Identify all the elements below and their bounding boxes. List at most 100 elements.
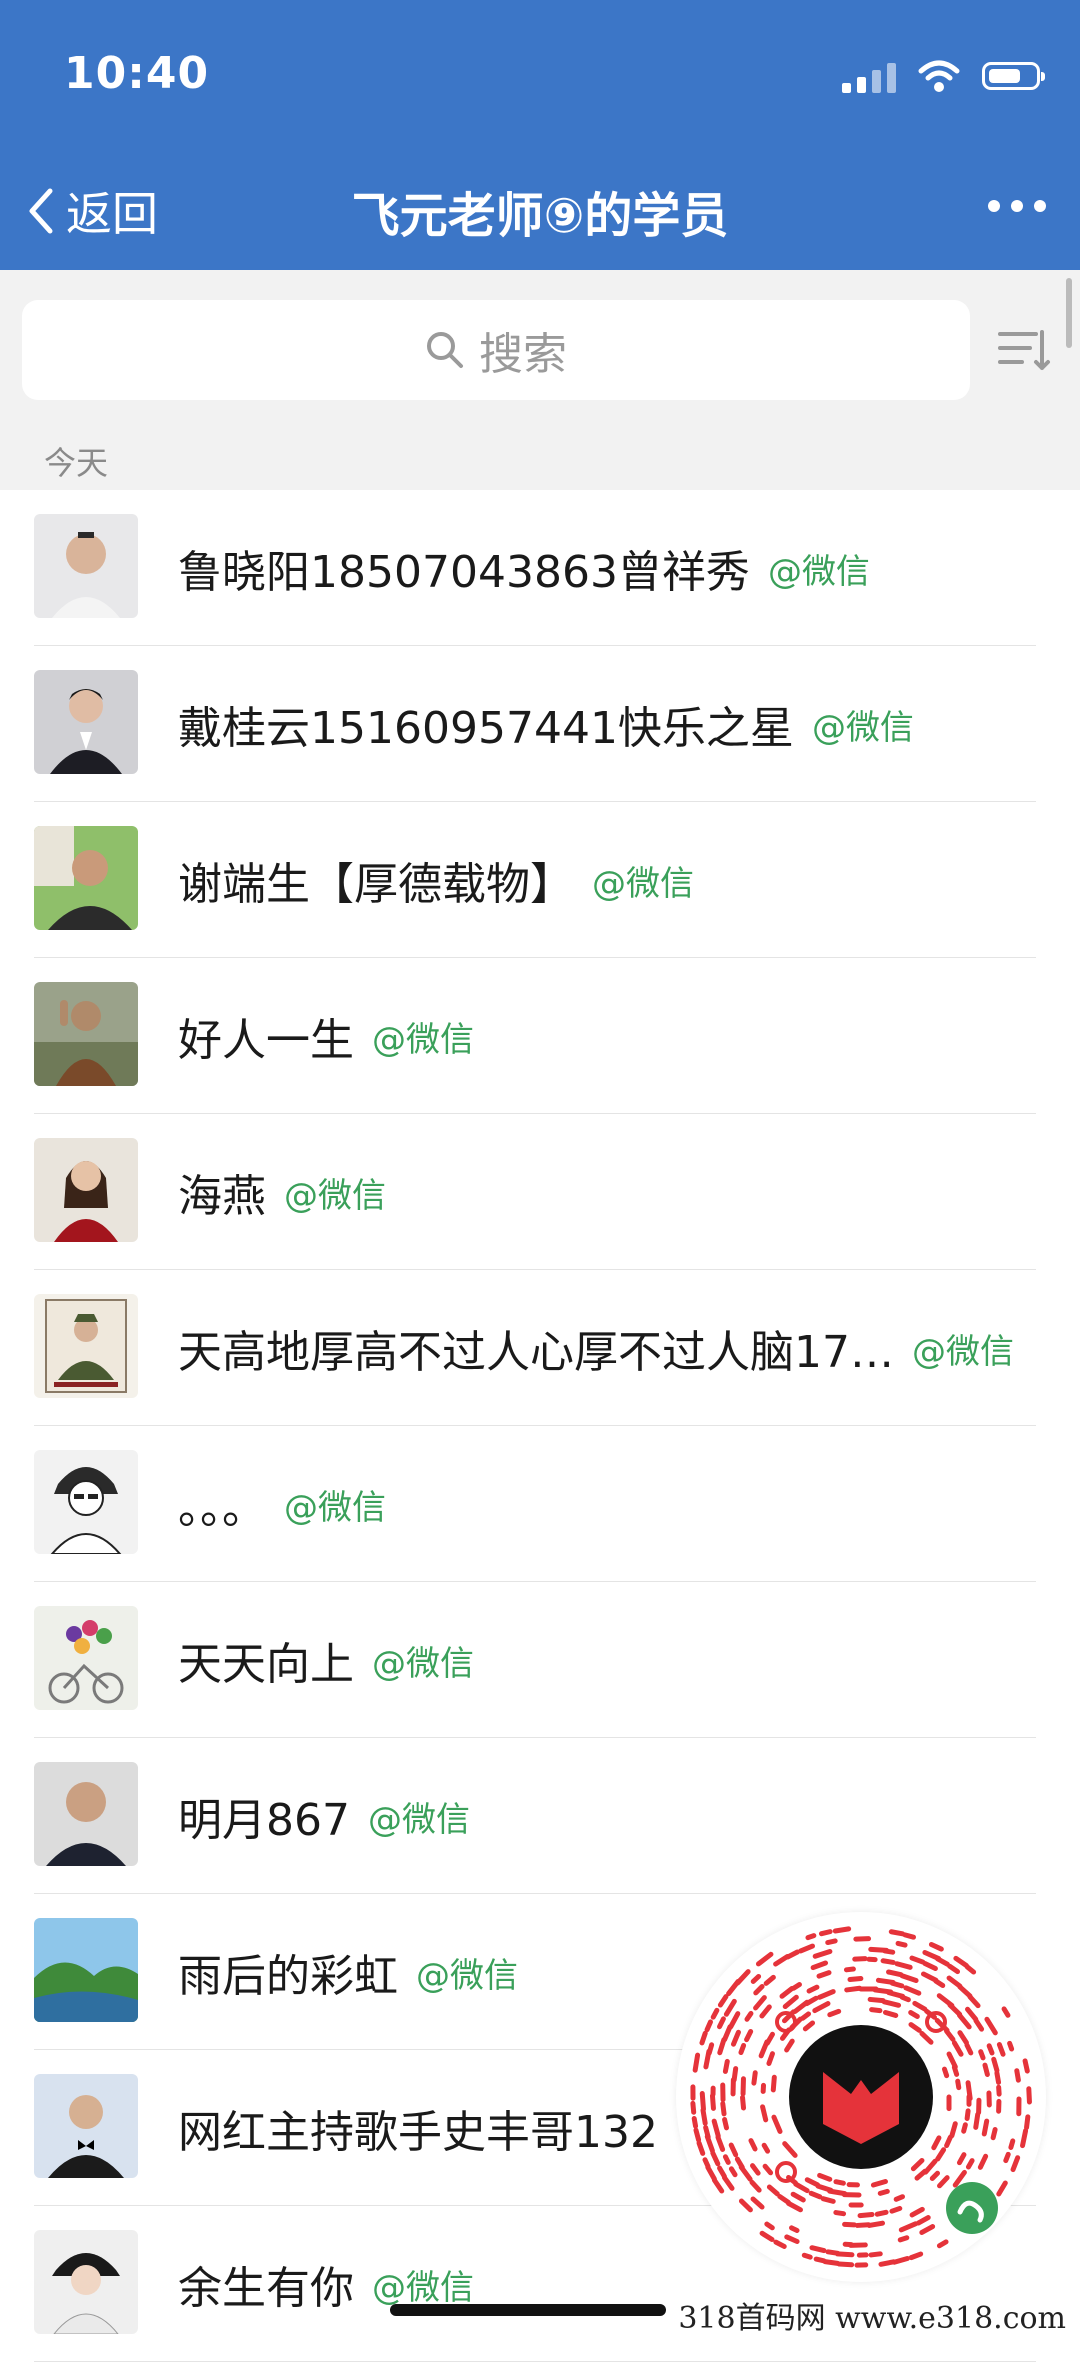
qr-dash: [741, 2167, 750, 2179]
qr-dash: [1004, 2009, 1008, 2015]
qr-dash: [870, 1999, 883, 2000]
qr-dash: [913, 2160, 922, 2168]
qr-finder: [777, 2163, 795, 2181]
qr-dash: [960, 2015, 970, 2027]
avatar: [34, 2230, 138, 2334]
contact-row[interactable]: 天天向上@微信: [0, 1582, 1080, 1738]
qr-dash: [912, 1958, 923, 1962]
qr-dash: [815, 1951, 830, 1956]
qr-dash: [694, 2118, 695, 2126]
home-indicator[interactable]: [390, 2304, 666, 2316]
qr-dash: [706, 2051, 709, 2066]
avatar: [34, 514, 138, 618]
contact-name: 。。。: [178, 1472, 266, 1536]
contact-source: @微信: [812, 700, 914, 749]
qr-dash: [838, 2254, 852, 2255]
contact-row[interactable]: 明月867@微信: [0, 1738, 1080, 1894]
qr-dash: [960, 2033, 966, 2043]
qr-dash: [871, 2254, 880, 2255]
qr-dash: [712, 2096, 713, 2109]
avatar: [34, 1450, 138, 1554]
qr-dash: [761, 2042, 767, 2056]
qr-dash: [776, 1956, 788, 1964]
qr-dash: [769, 2054, 773, 2064]
qr-dash: [985, 2065, 987, 2074]
contact-source: @微信: [284, 1168, 386, 1217]
search-icon: [425, 330, 465, 370]
qr-dash: [820, 2175, 830, 2179]
section-label-today: 今天: [44, 438, 108, 484]
qr-dash: [793, 2194, 803, 2200]
qr-dash: [752, 2182, 759, 2190]
qr-dash: [729, 1981, 738, 1993]
qr-dash: [976, 2021, 982, 2029]
qr-dash: [997, 2073, 999, 2082]
qr-dash: [871, 1949, 887, 1950]
qr-dash: [892, 2208, 900, 2211]
cellular-signal-icon: [842, 59, 896, 93]
qr-dash: [693, 2103, 694, 2112]
qr-dash: [931, 1944, 941, 1949]
qr-dash: [731, 2014, 738, 2027]
site-watermark: 318首码网 www.e318.com: [672, 2291, 1072, 2339]
qr-dash: [819, 1973, 829, 1976]
qr-dash: [845, 2224, 855, 2225]
qr-dash: [707, 2022, 710, 2030]
qr-dash: [720, 1997, 726, 2005]
qr-code-graphic: [676, 1912, 1046, 2282]
qr-dash: [897, 1964, 910, 1968]
contact-name: 谢端生【厚德载物】: [178, 848, 574, 912]
qr-dash: [726, 2001, 734, 2014]
qr-dash: [835, 1929, 848, 1931]
qr-dash: [756, 1987, 762, 1993]
qr-dash: [725, 2120, 727, 2128]
qr-dash: [811, 2193, 820, 2197]
contact-row[interactable]: 鲁晓阳18507043863曾祥秀@微信: [0, 490, 1080, 646]
qr-dash: [702, 2033, 705, 2043]
qr-dash: [836, 2213, 844, 2214]
qr-dash: [765, 2166, 770, 2173]
qr-dash: [999, 2045, 1003, 2055]
more-button[interactable]: [988, 200, 1046, 212]
sort-list-icon[interactable]: [996, 322, 1052, 378]
qr-dash: [725, 2061, 727, 2071]
qr-dash: [993, 2130, 995, 2138]
qr-dash: [703, 2110, 705, 2123]
qr-dash: [918, 2218, 928, 2224]
app-header: 10:40 返回 飞元老师⑨的学员: [0, 0, 1080, 270]
qr-dash: [902, 1976, 916, 1981]
qr-dash: [981, 2052, 983, 2058]
qr-dash: [906, 1988, 919, 1993]
contact-row[interactable]: 谢端生【厚德载物】@微信: [0, 802, 1080, 958]
contact-name: 明月867: [178, 1784, 350, 1848]
qr-dash: [785, 2144, 795, 2156]
contact-row[interactable]: 。。。@微信: [0, 1426, 1080, 1582]
qr-dash: [967, 1967, 973, 1972]
contact-source: @微信: [372, 2260, 474, 2309]
contact-row[interactable]: 天高地厚高不过人心厚不过人脑17…@微信: [0, 1270, 1080, 1426]
qr-dash: [724, 2178, 732, 2189]
search-placeholder: 搜索: [479, 318, 567, 382]
qr-dash: [713, 2153, 718, 2164]
avatar: [34, 1918, 138, 2022]
qr-dash: [939, 1996, 952, 2006]
qr-dash: [696, 2130, 699, 2140]
qr-dash: [707, 2137, 712, 2151]
qr-dash: [900, 2238, 907, 2240]
avatar: [34, 2074, 138, 2178]
contact-row[interactable]: 好人一生@微信: [0, 958, 1080, 1114]
qr-dash: [880, 2191, 887, 2193]
qr-dash: [905, 1935, 913, 1937]
mini-program-qr-code[interactable]: [676, 1912, 1046, 2282]
qr-dash: [782, 1988, 792, 1996]
contact-row[interactable]: 戴桂云15160957441快乐之星@微信: [0, 646, 1080, 802]
qr-dash: [747, 2013, 751, 2019]
status-time: 10:40: [64, 48, 209, 99]
contact-row[interactable]: 海燕@微信: [0, 1114, 1080, 1270]
qr-dash: [803, 2014, 809, 2018]
qr-dash: [958, 2081, 959, 2087]
contact-source: @微信: [372, 1636, 474, 1685]
qr-dash: [751, 2141, 755, 2149]
scrollbar[interactable]: [1066, 278, 1072, 348]
search-input[interactable]: 搜索: [22, 300, 970, 400]
